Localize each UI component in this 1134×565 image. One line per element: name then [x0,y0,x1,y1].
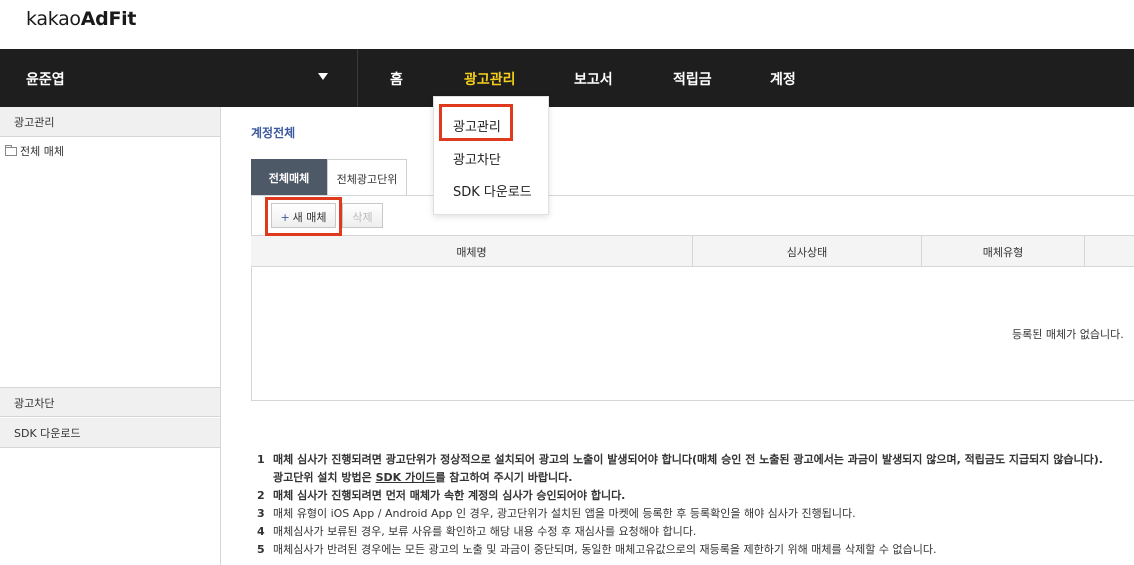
nav-item-home[interactable]: 홈 [390,69,403,89]
logo-suffix: AdFit [80,8,137,30]
sidebar: 광고관리 전체 매체 광고차단 SDK 다운로드 [0,107,221,565]
nav-item-account[interactable]: 계정 [770,69,796,89]
page-title: 계정전체 [251,126,296,140]
note-text: 매체 심사가 진행되려면 광고단위가 정상적으로 설치되어 광고의 노출이 발생… [273,453,1103,466]
note-item: 1 매체 심사가 진행되려면 광고단위가 정상적으로 설치되어 광고의 노출이 발… [257,451,1103,467]
column-header-review-status[interactable]: 심사상태 [693,244,921,260]
account-selector[interactable]: 윤준엽 [0,49,358,107]
account-name: 윤준엽 [26,72,65,88]
sidebar-section-sdk-download[interactable]: SDK 다운로드 [0,418,220,448]
note-item: 4 매체심사가 보류된 경우, 보류 사유를 확인하고 해당 내용 수정 후 재심… [257,523,696,539]
tab-all-media[interactable]: 전체매체 [251,159,327,196]
nav-item-ad-management[interactable]: 광고관리 [464,69,516,89]
folder-icon [5,144,17,156]
sidebar-tree-item-all-media[interactable]: 전체 매체 [5,143,64,159]
note-item: 광고단위 설치 방법은 SDK 가이드를 참고하여 주시기 바랍니다. [257,469,572,485]
kakao-adfit-logo[interactable]: kakaoAdFit [26,8,136,30]
nav-item-reward[interactable]: 적립금 [673,69,712,89]
table-header: 매체명 심사상태 매체유형 [251,235,1134,267]
note-text: 를 참고하여 주시기 바랍니다. [435,471,573,484]
note-item: 2 매체 심사가 진행되려면 먼저 매체가 속한 계정의 심사가 승인되어야 합니… [257,487,625,503]
column-header-media-type[interactable]: 매체유형 [922,244,1084,260]
delete-button[interactable]: 삭제 [342,203,383,228]
note-number: 3 [257,507,265,520]
column-divider [1084,236,1085,266]
empty-table-message: 등록된 매체가 없습니다. [1012,328,1124,341]
new-media-highlight-box [265,197,342,236]
top-navigation-bar: 윤준엽 홈 광고관리 보고서 적립금 계정 [0,49,1134,107]
dropdown-item-sdk-download[interactable]: SDK 다운로드 [453,181,532,200]
note-text: 매체심사가 반려된 경우에는 모든 광고의 노출 및 과금이 중단되며, 동일한… [273,543,937,556]
dropdown-highlight-box [439,104,513,141]
note-number: 2 [257,489,265,502]
note-item: 5 매체심사가 반려된 경우에는 모든 광고의 노출 및 과금이 중단되며, 동일… [257,541,937,557]
note-number: 1 [257,453,265,466]
note-number: 4 [257,525,265,538]
note-text: 매체 심사가 진행되려면 먼저 매체가 속한 계정의 심사가 승인되어야 합니다… [273,489,626,502]
logo-prefix: kakao [26,8,81,30]
caret-down-icon[interactable] [318,73,328,80]
sdk-guide-link[interactable]: SDK 가이드 [376,471,436,484]
sidebar-section-ad-management[interactable]: 광고관리 [0,107,220,137]
note-number: 5 [257,543,265,556]
note-text: 매체심사가 보류된 경우, 보류 사유를 확인하고 해당 내용 수정 후 재심사… [273,525,697,538]
note-item: 3 매체 유형이 iOS App / Android App 인 경우, 광고단위… [257,505,856,521]
tab-all-ad-units[interactable]: 전체광고단위 [327,159,407,196]
dropdown-item-ad-block[interactable]: 광고차단 [453,149,501,168]
note-text: 광고단위 설치 방법은 [273,471,376,484]
note-text: 매체 유형이 iOS App / Android App 인 경우, 광고단위가… [273,507,856,520]
nav-item-report[interactable]: 보고서 [574,69,613,89]
media-list-panel [251,195,1134,401]
sidebar-section-ad-block[interactable]: 광고차단 [0,387,220,417]
tree-item-label: 전체 매체 [20,145,64,158]
column-header-media-name[interactable]: 매체명 [251,244,692,260]
